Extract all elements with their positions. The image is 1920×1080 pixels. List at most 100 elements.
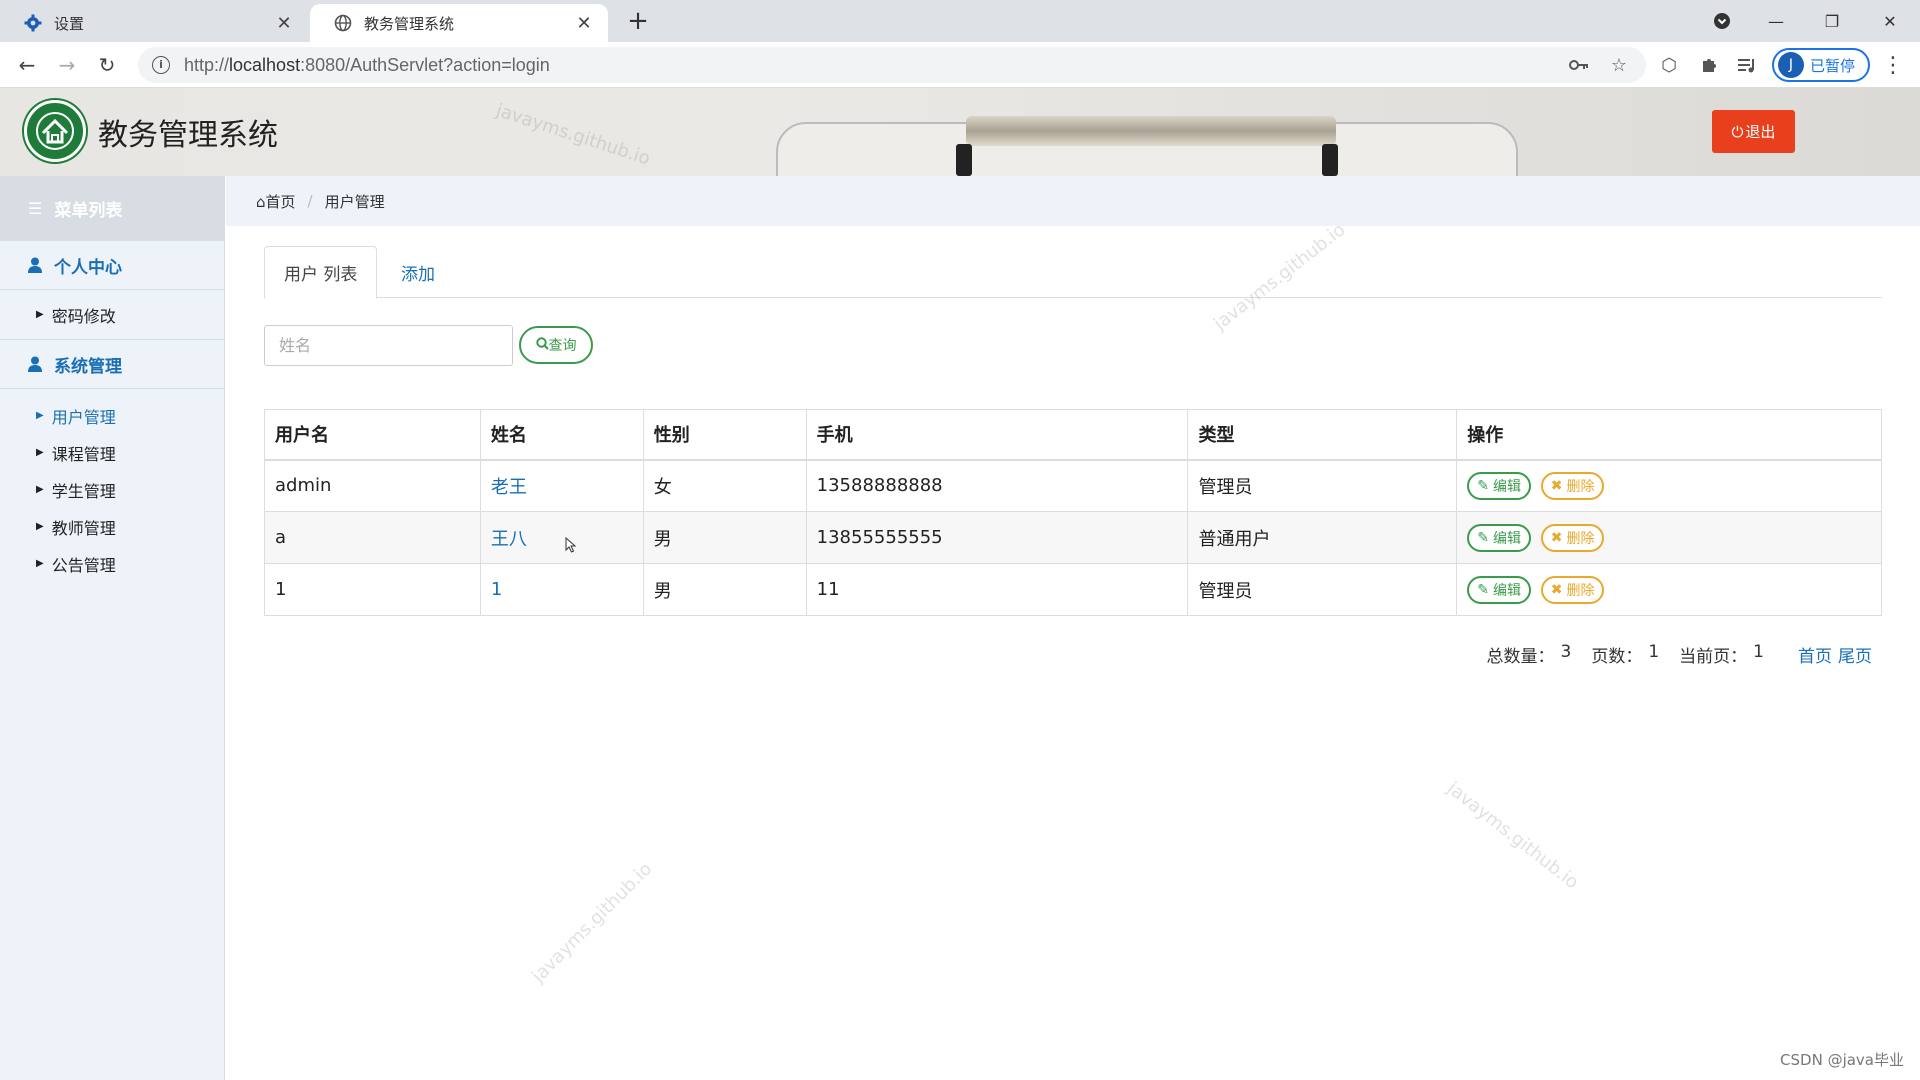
- cell-username: a: [264, 511, 481, 564]
- star-icon[interactable]: ☆: [1606, 52, 1632, 78]
- breadcrumb-separator: /: [307, 192, 313, 210]
- breadcrumb-home[interactable]: ⌂首页: [256, 191, 296, 212]
- sidebar-group-system[interactable]: 系统管理: [0, 339, 224, 389]
- cell-type: 管理员: [1187, 563, 1458, 616]
- table-row: a 王八 男 13855555555 普通用户 ✎ 编辑 ✖ 删除: [264, 511, 1882, 564]
- gear-icon: [24, 14, 42, 32]
- key-icon[interactable]: [1566, 52, 1592, 78]
- name-search-input[interactable]: [264, 325, 513, 366]
- delete-button[interactable]: ✖ 删除: [1540, 523, 1605, 552]
- sidebar-group-personal[interactable]: 个人中心: [0, 240, 224, 290]
- close-icon[interactable]: ✕: [574, 13, 594, 34]
- tab-add[interactable]: 添加: [382, 246, 454, 298]
- watermark: javayms.github.io: [528, 858, 657, 987]
- new-tab-button[interactable]: +: [624, 8, 652, 36]
- caret-right-icon: ▶: [36, 484, 44, 495]
- mouse-cursor-icon: [565, 536, 577, 553]
- pager-total: 总数量： 3: [1486, 642, 1572, 667]
- avatar: J: [1778, 52, 1804, 78]
- watermark: javayms.github.io: [493, 100, 653, 170]
- cell-name-link[interactable]: 王八: [479, 511, 644, 564]
- list-icon: ☰: [28, 198, 43, 218]
- user-table: 用户名 姓名 性别 手机 类型 操作 admin 老王 女 1358888888…: [264, 409, 1882, 616]
- sidebar-heading: ☰ 菜单列表: [0, 176, 224, 240]
- pager-pages: 页数： 1: [1591, 642, 1660, 667]
- pagination: 总数量： 3 页数： 1 当前页： 1 首页 尾页: [1487, 642, 1872, 667]
- table-header-row: 用户名 姓名 性别 手机 类型 操作: [264, 409, 1882, 461]
- extension-icon[interactable]: ⬡: [1656, 52, 1682, 78]
- app-title: 教务管理系统: [98, 118, 278, 153]
- cell-name-link[interactable]: 老王: [479, 459, 644, 512]
- breadcrumb-current: 用户管理: [324, 192, 385, 211]
- x-icon: ✖: [1550, 529, 1563, 546]
- address-bar: ← → ↻ i http://localhost:8080/AuthServle…: [0, 42, 1920, 88]
- edit-button[interactable]: ✎ 编辑: [1467, 471, 1531, 500]
- window-close-icon[interactable]: ✕: [1870, 6, 1910, 36]
- edit-button[interactable]: ✎ 编辑: [1467, 523, 1531, 552]
- cell-gender: 男: [642, 563, 807, 616]
- column-header: 类型: [1187, 409, 1458, 461]
- search-icon: [535, 336, 549, 354]
- delete-button[interactable]: ✖ 删除: [1540, 471, 1605, 500]
- browser-tab-settings[interactable]: 设置 ✕: [0, 4, 308, 42]
- clipboard-clip-image: [966, 116, 1336, 146]
- pager-current: 当前页： 1: [1679, 642, 1764, 667]
- tab-search-icon[interactable]: [1702, 6, 1742, 36]
- last-page-link[interactable]: 尾页: [1838, 642, 1872, 667]
- x-icon: ✖: [1550, 477, 1563, 494]
- university-logo: [24, 100, 86, 162]
- delete-button[interactable]: ✖ 删除: [1540, 575, 1605, 604]
- cell-gender: 男: [642, 511, 807, 564]
- restore-icon[interactable]: ❐: [1812, 6, 1852, 36]
- content-tabs: 用户 列表 添加: [264, 246, 1882, 299]
- clip-leg: [1322, 144, 1338, 176]
- logout-button[interactable]: ⏻ 退出: [1712, 110, 1795, 153]
- profile-button[interactable]: J 已暂停: [1772, 48, 1870, 82]
- globe-icon: [334, 14, 352, 32]
- browser-tab-strip: 设置 ✕ 教务管理系统 ✕ + — ❐ ✕: [0, 0, 1920, 42]
- site-info-icon[interactable]: i: [152, 56, 170, 74]
- tab-title: 教务管理系统: [364, 14, 455, 33]
- tab-title: 设置: [54, 14, 85, 33]
- table-row: 1 1 男 11 管理员 ✎ 编辑 ✖ 删除: [264, 563, 1882, 616]
- url-field[interactable]: i http://localhost:8080/AuthServlet?acti…: [138, 47, 1646, 83]
- edit-button[interactable]: ✎ 编辑: [1467, 575, 1531, 604]
- search-button[interactable]: 查询: [519, 326, 593, 364]
- first-page-link[interactable]: 首页: [1798, 642, 1832, 667]
- sidebar-item-password[interactable]: ▶ 密码修改: [0, 296, 224, 333]
- cell-phone: 13855555555: [805, 511, 1189, 564]
- cell-username: admin: [264, 459, 481, 512]
- clip-leg: [956, 144, 972, 176]
- profile-status: 已暂停: [1810, 56, 1856, 75]
- cell-name-link[interactable]: 1: [479, 563, 644, 616]
- back-icon[interactable]: ←: [12, 50, 42, 80]
- cell-type: 管理员: [1187, 459, 1458, 512]
- user-icon: [28, 356, 42, 372]
- cell-gender: 女: [642, 459, 807, 512]
- reading-list-icon[interactable]: [1734, 52, 1760, 78]
- sidebar-item-students[interactable]: ▶ 学生管理: [0, 471, 224, 508]
- column-header: 姓名: [479, 409, 644, 461]
- sidebar-item-notices[interactable]: ▶ 公告管理: [0, 545, 224, 582]
- user-icon: [28, 257, 42, 273]
- cell-phone: 11: [805, 563, 1189, 616]
- reload-icon[interactable]: ↻: [92, 50, 122, 80]
- watermark: javayms.github.io: [1443, 778, 1583, 894]
- puzzle-icon[interactable]: [1696, 52, 1722, 78]
- sidebar-item-users[interactable]: ▶ 用户管理: [0, 397, 224, 434]
- tab-user-list[interactable]: 用户 列表: [264, 246, 378, 299]
- cell-actions: ✎ 编辑 ✖ 删除: [1456, 459, 1882, 512]
- close-icon[interactable]: ✕: [274, 13, 294, 34]
- sidebar-item-teachers[interactable]: ▶ 教师管理: [0, 508, 224, 545]
- sidebar-item-courses[interactable]: ▶ 课程管理: [0, 434, 224, 471]
- cell-username: 1: [264, 563, 481, 616]
- caret-right-icon: ▶: [36, 447, 44, 458]
- minimize-icon[interactable]: —: [1756, 6, 1796, 36]
- forward-icon[interactable]: →: [52, 50, 82, 80]
- browser-tab-app[interactable]: 教务管理系统 ✕: [310, 4, 608, 42]
- table-row: admin 老王 女 13588888888 管理员 ✎ 编辑 ✖ 删除: [264, 459, 1882, 512]
- app-header: 教务管理系统 javayms.github.io ⏻ 退出: [0, 88, 1920, 176]
- more-menu-icon[interactable]: ⋮: [1880, 50, 1906, 80]
- caret-right-icon: ▶: [36, 309, 44, 320]
- footer-credit: CSDN @java毕业: [1780, 1051, 1904, 1069]
